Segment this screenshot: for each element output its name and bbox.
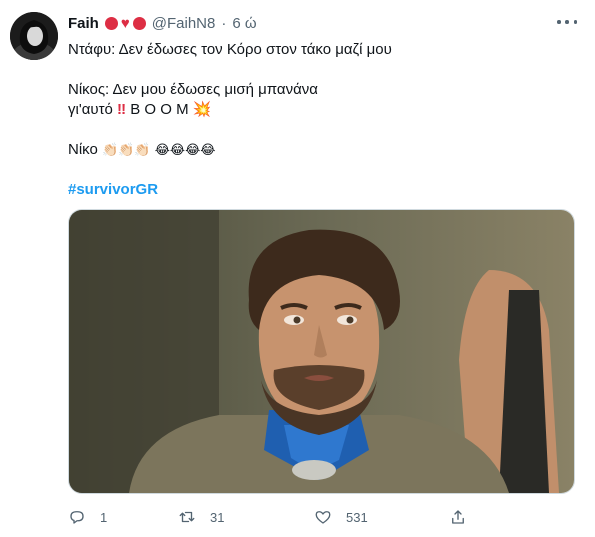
name-emoji-badges: ♥	[104, 14, 146, 32]
text-gia-afto: γι'αυτό	[68, 101, 113, 118]
collision-icon: 💥	[192, 101, 212, 118]
tweet-header: Faih ♥ @FaihN8 · 6 ώ	[68, 12, 257, 34]
share-button[interactable]	[449, 508, 467, 526]
bearded-man-image	[69, 210, 574, 493]
retweet-button[interactable]: 31	[178, 508, 314, 526]
laughing-face-icon: 😂😂😂😂	[154, 142, 216, 157]
more-options-icon[interactable]	[557, 14, 577, 30]
avatar[interactable]	[10, 12, 58, 60]
reply-count: 1	[100, 509, 108, 525]
tweet-card[interactable]: Faih ♥ @FaihN8 · 6 ώ Ντάφυ: Δεν έδωσες τ…	[0, 0, 595, 537]
tweet-actions: 1 31 531	[68, 505, 498, 529]
red-heart-icon: ♥	[120, 14, 130, 32]
clapping-hands-icon: 👏🏻👏🏻👏🏻	[102, 142, 151, 157]
media-image[interactable]	[68, 209, 575, 494]
heart-icon	[315, 511, 331, 524]
red-circle-icon	[104, 16, 118, 30]
hashtag-link[interactable]: #survivorGR	[68, 181, 158, 198]
like-count: 531	[346, 509, 368, 525]
reply-button[interactable]: 1	[68, 508, 178, 526]
like-button[interactable]: 531	[314, 508, 449, 526]
text-boom: Β Ο Ο Μ	[130, 101, 189, 118]
text-line-1: Ντάφυ: Δεν έδωσες τον Κόρο στον τάκο μαζ…	[68, 41, 392, 58]
share-icon	[452, 510, 464, 524]
avatar-image	[10, 12, 58, 60]
text-line-4: Νίκο 👏🏻👏🏻👏🏻 😂😂😂😂	[68, 140, 573, 160]
text-line-3: γι'αυτό ‼ Β Ο Ο Μ 💥	[68, 100, 573, 120]
separator-dot: ·	[221, 14, 227, 32]
author-handle[interactable]: @FaihN8	[152, 15, 216, 32]
text-line-2: Νίκος: Δεν μου έδωσες μισή μπανάνα	[68, 81, 318, 98]
retweet-count: 31	[210, 509, 225, 525]
hashtag-line: #survivorGR	[68, 180, 573, 200]
reply-icon	[70, 511, 84, 524]
author-name[interactable]: Faih	[68, 15, 99, 32]
double-exclamation-icon: ‼	[117, 101, 127, 118]
tweet-text: Ντάφυ: Δεν έδωσες τον Κόρο στον τάκο μαζ…	[68, 40, 573, 200]
retweet-icon	[179, 511, 195, 523]
tweet-time[interactable]: 6 ώ	[232, 15, 256, 32]
text-niko: Νίκο	[68, 141, 98, 158]
red-circle-icon	[132, 16, 146, 30]
